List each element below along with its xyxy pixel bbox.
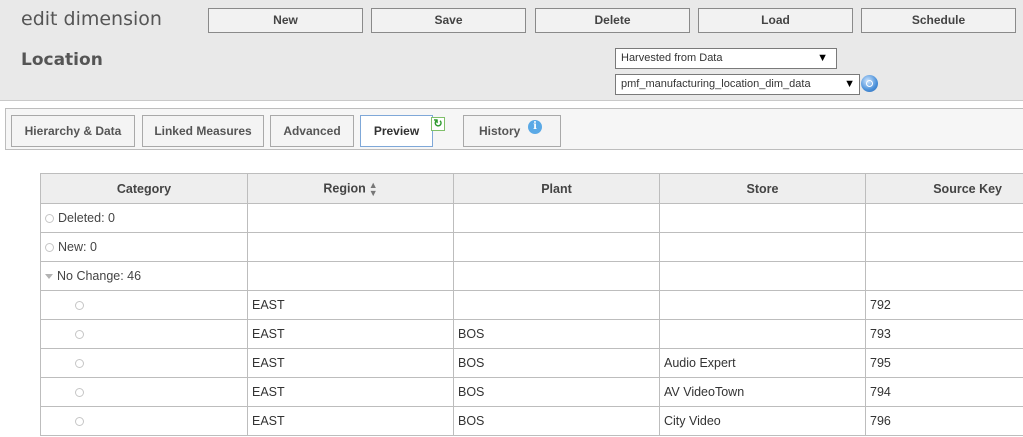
info-icon[interactable]: i	[528, 120, 542, 134]
category-cell	[40, 319, 248, 349]
collapse-triangle-icon[interactable]	[45, 274, 53, 280]
page-title: edit dimension	[21, 8, 162, 30]
region-cell: EAST	[247, 348, 454, 378]
source-key-cell: 792	[865, 290, 1023, 320]
region-cell	[247, 232, 454, 262]
category-cell	[40, 377, 248, 407]
column-header-category[interactable]: Category	[40, 173, 248, 204]
source-table-select[interactable]: pmf_manufacturing_location_dim_data ▼	[615, 74, 860, 95]
tab-hierarchy-data[interactable]: Hierarchy & Data	[11, 115, 135, 147]
region-cell: EAST	[247, 290, 454, 320]
source-table-value: pmf_manufacturing_location_dim_data	[621, 78, 811, 90]
plant-cell	[453, 232, 660, 262]
row-circle-icon[interactable]	[75, 417, 84, 427]
plant-cell	[453, 261, 660, 291]
column-header-plant[interactable]: Plant	[453, 173, 660, 204]
region-cell: EAST	[247, 377, 454, 407]
sort-icon[interactable]: ▲ ▼	[369, 180, 378, 197]
save-button[interactable]: Save	[371, 8, 526, 33]
column-header-store[interactable]: Store	[659, 173, 866, 204]
new-button[interactable]: New	[208, 8, 363, 33]
schedule-button[interactable]: Schedule	[861, 8, 1016, 33]
plant-cell: BOS	[453, 406, 660, 436]
store-cell: Audio Expert	[659, 348, 866, 378]
column-label: Category	[116, 181, 172, 196]
store-cell	[659, 319, 866, 349]
tab-history[interactable]: History	[463, 115, 561, 147]
dropdown-arrow-icon: ▼	[844, 78, 855, 90]
dropdown-arrow-icon: ▼	[817, 52, 828, 64]
column-label: Region	[323, 180, 366, 195]
region-cell	[247, 203, 454, 233]
column-label: Plant	[541, 181, 572, 196]
region-cell	[247, 261, 454, 291]
row-circle-icon[interactable]	[75, 388, 84, 398]
store-cell	[659, 232, 866, 262]
source-key-cell: 796	[865, 406, 1023, 436]
table-row[interactable]: EAST BOS City Video 796	[40, 406, 1023, 436]
category-cell: Deleted: 0	[40, 203, 248, 233]
row-circle-icon[interactable]	[75, 330, 84, 340]
table-row[interactable]: New: 0	[40, 232, 1023, 262]
category-cell: No Change: 46	[40, 261, 248, 291]
top-toolbar: edit dimension Location New Save Delete …	[0, 0, 1023, 101]
plant-cell: BOS	[453, 348, 660, 378]
delete-button[interactable]: Delete	[535, 8, 690, 33]
preview-table: Category Region ▲ ▼ Plant Store Source Key…	[40, 173, 1023, 436]
table-row[interactable]: EAST BOS Audio Expert 795	[40, 348, 1023, 378]
store-cell	[659, 261, 866, 291]
source-key-cell: 795	[865, 348, 1023, 378]
column-label: Source Key	[933, 181, 1002, 196]
table-header-row: Category Region ▲ ▼ Plant Store Source Key	[40, 173, 1023, 204]
store-cell	[659, 290, 866, 320]
source-key-cell	[865, 203, 1023, 233]
plant-cell	[453, 203, 660, 233]
store-cell	[659, 203, 866, 233]
category-cell	[40, 406, 248, 436]
plant-cell: BOS	[453, 319, 660, 349]
source-key-cell: 793	[865, 319, 1023, 349]
source-key-cell: 794	[865, 377, 1023, 407]
tab-strip: Hierarchy & Data Linked Measures Advance…	[5, 108, 1023, 150]
expand-circle-icon[interactable]	[45, 243, 54, 253]
category-label: Deleted: 0	[58, 211, 115, 225]
category-label: New: 0	[58, 240, 97, 254]
table-row[interactable]: No Change: 46	[40, 261, 1023, 291]
table-row[interactable]: EAST BOS 793	[40, 319, 1023, 349]
source-type-value: Harvested from Data	[621, 52, 723, 64]
region-cell: EAST	[247, 406, 454, 436]
expand-circle-icon[interactable]	[45, 214, 54, 224]
tab-linked-measures[interactable]: Linked Measures	[142, 115, 264, 147]
table-row[interactable]: Deleted: 0	[40, 203, 1023, 233]
load-button[interactable]: Load	[698, 8, 853, 33]
store-cell: AV VideoTown	[659, 377, 866, 407]
source-key-cell	[865, 261, 1023, 291]
region-cell: EAST	[247, 319, 454, 349]
source-key-cell	[865, 232, 1023, 262]
table-row[interactable]: EAST BOS AV VideoTown 794	[40, 377, 1023, 407]
refresh-icon[interactable]: ↻	[431, 117, 445, 131]
row-circle-icon[interactable]	[75, 301, 84, 311]
column-header-region[interactable]: Region ▲ ▼	[247, 173, 454, 204]
category-cell: New: 0	[40, 232, 248, 262]
store-cell: City Video	[659, 406, 866, 436]
plant-cell: BOS	[453, 377, 660, 407]
category-label: No Change: 46	[57, 269, 142, 283]
category-cell	[40, 290, 248, 320]
table-row[interactable]: EAST 792	[40, 290, 1023, 320]
column-label: Store	[746, 181, 779, 196]
search-icon[interactable]	[861, 75, 878, 92]
tab-preview[interactable]: Preview	[360, 115, 433, 147]
column-header-source-key[interactable]: Source Key	[865, 173, 1023, 204]
category-cell	[40, 348, 248, 378]
source-type-select[interactable]: Harvested from Data ▼	[615, 48, 837, 69]
dimension-name: Location	[21, 50, 103, 70]
tab-advanced[interactable]: Advanced	[270, 115, 354, 147]
plant-cell	[453, 290, 660, 320]
row-circle-icon[interactable]	[75, 359, 84, 369]
